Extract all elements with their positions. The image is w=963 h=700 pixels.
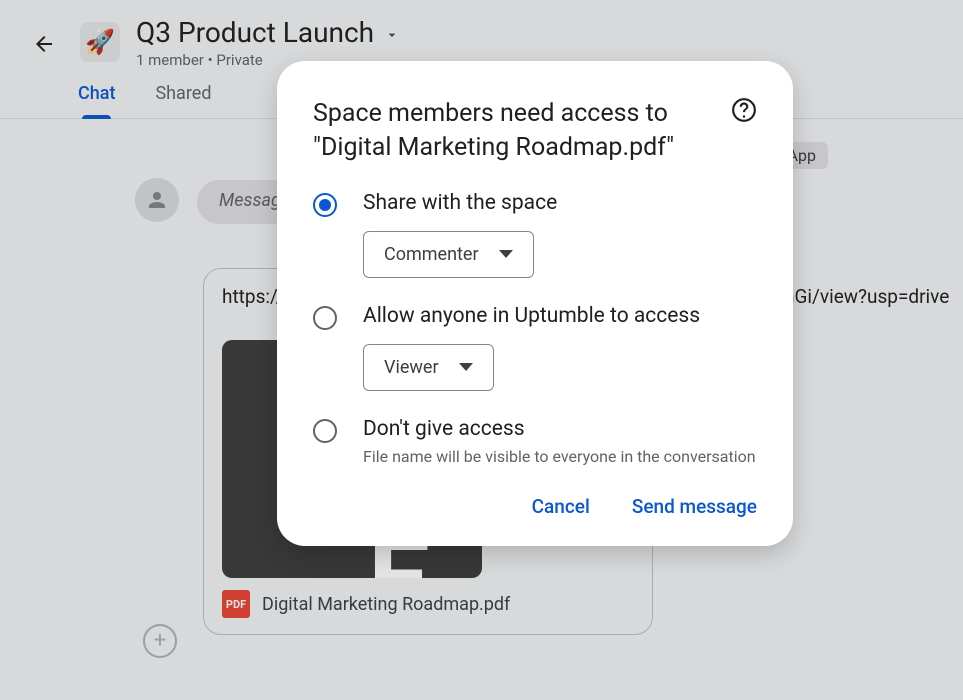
send-message-button[interactable]: Send message — [632, 495, 757, 518]
cancel-button[interactable]: Cancel — [532, 495, 590, 518]
help-icon — [731, 97, 757, 123]
radio-anyone-org[interactable] — [313, 306, 337, 330]
option-anyone-in-org[interactable]: Allow anyone in Uptumble to access Viewe… — [313, 304, 757, 391]
radio-share-space[interactable] — [313, 193, 337, 217]
option-hint: File name will be visible to everyone in… — [363, 447, 756, 468]
chevron-down-icon — [459, 363, 473, 371]
option-share-with-space[interactable]: Share with the space Commenter — [313, 191, 757, 278]
option-label: Share with the space — [363, 191, 557, 215]
chevron-down-icon — [499, 250, 513, 258]
radio-no-access[interactable] — [313, 419, 337, 443]
option-label: Allow anyone in Uptumble to access — [363, 304, 700, 328]
share-space-role-dropdown[interactable]: Commenter — [363, 231, 534, 278]
option-label: Don't give access — [363, 417, 756, 441]
modal-title: Space members need access to "Digital Ma… — [313, 97, 711, 165]
option-no-access[interactable]: Don't give access File name will be visi… — [313, 417, 757, 468]
share-access-modal: Space members need access to "Digital Ma… — [277, 61, 793, 546]
help-button[interactable] — [731, 97, 757, 127]
anyone-org-role-dropdown[interactable]: Viewer — [363, 344, 494, 391]
